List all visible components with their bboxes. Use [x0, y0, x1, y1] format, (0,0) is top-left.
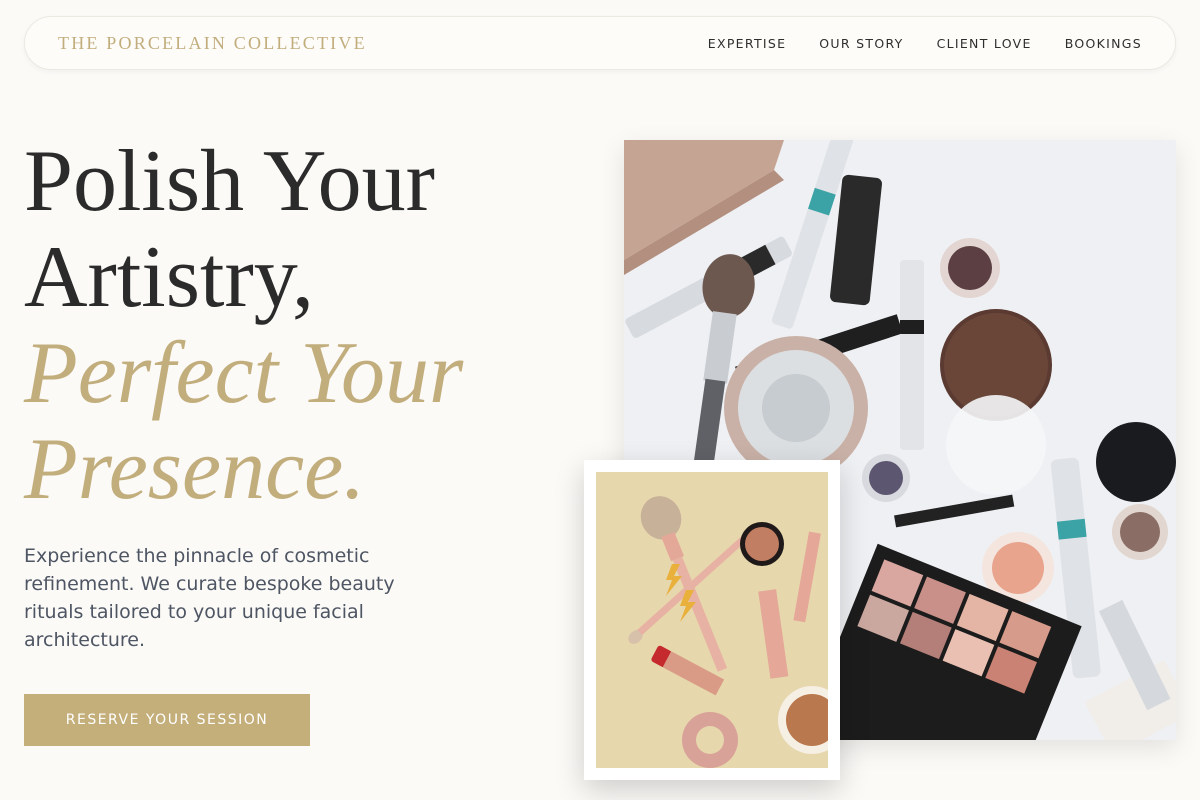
nav-link-client-love[interactable]: CLIENT LOVE [937, 36, 1032, 51]
headline-line-2: Artistry, [24, 229, 315, 326]
hero-description: Experience the pinnacle of cosmetic refi… [24, 545, 395, 651]
nav-link-bookings[interactable]: BOOKINGS [1065, 36, 1142, 51]
headline-line-1: Polish Your [24, 133, 435, 230]
inset-image-frame [584, 460, 840, 780]
headline-accent-line-1: Perfect Your [24, 325, 464, 422]
makeup-brushes-illustration [596, 472, 828, 768]
inset-image-makeup-on-beige [596, 472, 828, 768]
hero-headline: Polish Your Artistry, Perfect Your Prese… [24, 134, 564, 518]
brand-logo[interactable]: THE PORCELAIN COLLECTIVE [58, 33, 367, 54]
reserve-session-button[interactable]: RESERVE YOUR SESSION [24, 694, 310, 746]
top-navbar: THE PORCELAIN COLLECTIVE EXPERTISE OUR S… [24, 16, 1176, 70]
nav-link-our-story[interactable]: OUR STORY [819, 36, 903, 51]
nav-link-expertise[interactable]: EXPERTISE [708, 36, 787, 51]
main-nav: EXPERTISE OUR STORY CLIENT LOVE BOOKINGS [708, 36, 1142, 51]
headline-accent-line-2: Presence. [24, 421, 366, 518]
landing-page: THE PORCELAIN COLLECTIVE EXPERTISE OUR S… [0, 0, 1200, 800]
